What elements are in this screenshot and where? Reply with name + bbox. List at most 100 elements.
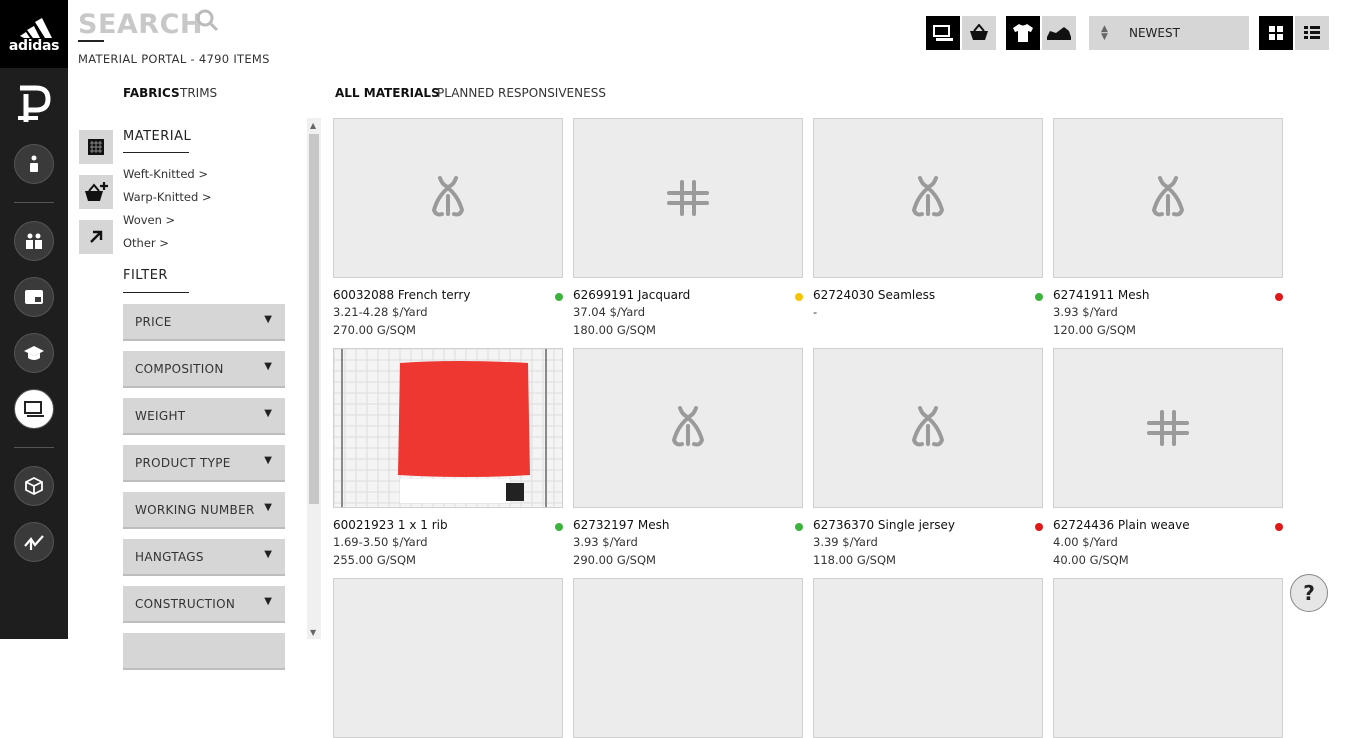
scroll-down-icon[interactable]: ▼ [310,628,316,637]
tab-planned-responsiveness[interactable]: PLANNED RESPONSIVENESS [437,86,606,100]
tshirt-icon [1013,24,1033,42]
product-title[interactable]: 60032088 French terry [333,288,470,302]
filter-label: CONSTRUCTION [135,597,236,611]
product-card[interactable]: 62724030 Seamless - [813,118,1043,319]
product-price: - [813,305,818,319]
product-price: 1.69-3.50 $/Yard [333,535,428,549]
filter-product-type[interactable]: PRODUCT TYPE ▼ [123,445,285,482]
sort-arrows-icon: ▲ ▼ [1101,24,1108,42]
basket-toggle[interactable] [962,16,996,50]
product-card[interactable]: 60021923 1 x 1 rib 1.69-3.50 $/Yard 255.00… [333,348,563,567]
product-card[interactable]: 62724436 Plain weave 4.00 $/Yard 40.00 G/S… [1053,348,1283,567]
product-thumbnail[interactable] [813,348,1043,508]
chevron-down-icon: ▼ [264,455,272,466]
knit-placeholder-icon [908,174,948,222]
apparel-toggle[interactable] [1006,16,1040,50]
material-weft-knitted[interactable]: Weft-Knitted > [123,167,208,181]
adidas-logo[interactable]: adidas [0,0,68,68]
nav-info-button[interactable] [14,144,54,184]
material-heading: MATERIAL [123,129,192,144]
materials-view-toggle[interactable] [926,16,960,50]
product-card[interactable]: 62732197 Mesh 3.93 $/Yard 290.00 G/SQM [573,348,803,567]
scroll-up-icon[interactable]: ▲ [310,121,316,130]
material-other[interactable]: Other > [123,236,169,250]
help-button[interactable]: ? [1290,574,1328,612]
product-title[interactable]: 60021923 1 x 1 rib [333,518,448,532]
product-card[interactable]: 62736370 Single jersey 3.39 $/Yard 118.00 … [813,348,1043,567]
product-card[interactable]: 60032088 French terry 3.21-4.28 $/Yard 270… [333,118,563,337]
material-woven[interactable]: Woven > [123,213,175,227]
product-thumbnail[interactable] [333,118,563,278]
product-title[interactable]: 62724436 Plain weave [1053,518,1190,532]
add-to-basket-button[interactable] [79,175,113,209]
search-icon[interactable] [195,8,219,32]
chevron-down-icon: ▼ [264,502,272,513]
chevron-down-icon: ▼ [264,596,272,607]
product-weight: 270.00 G/SQM [333,323,416,337]
filter-hangtags[interactable]: HANGTAGS ▼ [123,539,285,576]
filter-working-number[interactable]: WORKING NUMBER ▼ [123,492,285,529]
nav-team-button[interactable] [14,221,54,261]
knit-placeholder-icon [428,174,468,222]
product-thumbnail[interactable] [573,118,803,278]
product-thumbnail[interactable] [333,578,563,738]
product-thumbnail[interactable] [813,578,1043,738]
sort-label: NEWEST [1129,26,1180,40]
product-price: 3.93 $/Yard [573,535,638,549]
chevron-down-icon: ▼ [264,549,272,560]
list-view-button[interactable] [1295,16,1329,50]
info-icon [30,155,38,172]
product-thumbnail[interactable] [1053,578,1283,738]
tab-all-materials[interactable]: ALL MATERIALS [335,86,440,100]
nav-3d-button[interactable] [14,466,54,506]
product-card[interactable] [333,578,563,738]
product-card[interactable] [573,578,803,738]
product-thumbnail[interactable] [813,118,1043,278]
people-icon [26,233,42,249]
product-thumbnail[interactable] [573,578,803,738]
filter-price[interactable]: PRICE ▼ [123,304,285,341]
left-navigation: adidas [0,0,68,639]
product-thumbnail[interactable] [1053,118,1283,278]
red-fabric-swatch-image [334,349,562,507]
product-card[interactable] [813,578,1043,738]
filter-underline [123,292,189,293]
material-warp-knitted[interactable]: Warp-Knitted > [123,190,212,204]
filter-construction[interactable]: CONSTRUCTION ▼ [123,586,285,623]
filter-label: PRODUCT TYPE [135,456,231,470]
product-card[interactable]: 62699191 Jacquard 37.04 $/Yard 180.00 G/SQ… [573,118,803,337]
grid-view-button[interactable] [1259,16,1293,50]
tab-fabrics[interactable]: FABRICS [123,86,180,100]
product-title[interactable]: 62732197 Mesh [573,518,670,532]
product-weight: 180.00 G/SQM [573,323,656,337]
product-thumbnail[interactable] [333,348,563,508]
status-dot [1035,523,1043,531]
search-box[interactable]: SEARCH [78,6,238,40]
results-scrollbar[interactable]: ▲ ▼ [307,118,321,639]
product-title[interactable]: 62724030 Seamless [813,288,935,302]
sort-dropdown[interactable]: ▲ ▼ NEWEST [1089,16,1249,50]
product-card[interactable]: 62741911 Mesh 3.93 $/Yard 120.00 G/SQM [1053,118,1283,337]
product-card[interactable] [1053,578,1283,738]
filter-composition[interactable]: COMPOSITION ▼ [123,351,285,388]
nav-materials-button[interactable] [14,389,54,429]
swatch-tool-button[interactable] [79,130,113,164]
knit-placeholder-icon [908,404,948,452]
product-title[interactable]: 62699191 Jacquard [573,288,690,302]
nav-analytics-button[interactable] [14,522,54,562]
product-title[interactable]: 62736370 Single jersey [813,518,955,532]
product-thumbnail[interactable] [1053,348,1283,508]
open-external-button[interactable] [79,220,113,254]
product-title[interactable]: 62741911 Mesh [1053,288,1150,302]
status-dot [1275,293,1283,301]
status-dot [1035,293,1043,301]
knit-placeholder-icon [1148,174,1188,222]
nav-learning-button[interactable] [14,333,54,373]
footwear-toggle[interactable] [1042,16,1076,50]
filter-weight[interactable]: WEIGHT ▼ [123,398,285,435]
portal-logo-icon[interactable] [14,82,54,126]
tab-trims[interactable]: TRIMS [180,86,217,100]
product-thumbnail[interactable] [573,348,803,508]
nav-board-button[interactable] [14,277,54,317]
scrollbar-thumb[interactable] [309,134,319,504]
